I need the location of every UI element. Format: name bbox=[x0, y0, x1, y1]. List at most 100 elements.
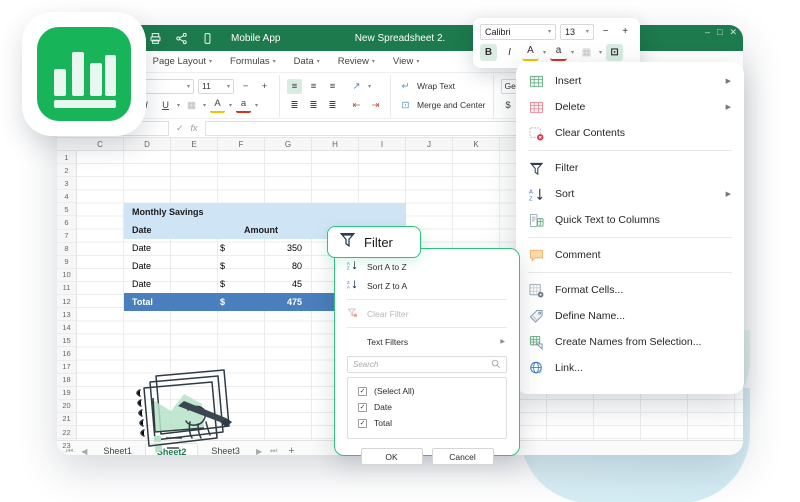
align-center-button[interactable]: ≣ bbox=[306, 98, 321, 113]
chevron-down-icon[interactable]: ▾ bbox=[543, 49, 546, 56]
chevron-down-icon[interactable]: ▾ bbox=[229, 102, 232, 109]
row-header-7[interactable]: 7 bbox=[57, 230, 76, 243]
context-menu-item-create-names-from-selection[interactable]: Create Names from Selection... bbox=[516, 329, 744, 355]
cancel-button[interactable]: Cancel bbox=[431, 448, 494, 465]
chevron-down-icon[interactable]: ▾ bbox=[571, 49, 574, 56]
context-menu-item-delete[interactable]: Delete ▶ bbox=[516, 94, 744, 120]
mini-bold-button[interactable]: B bbox=[480, 44, 497, 61]
row-header-11[interactable]: 11 bbox=[57, 282, 76, 296]
context-menu-item-filter[interactable]: Filter bbox=[516, 155, 744, 181]
row-header-20[interactable]: 20 bbox=[57, 400, 76, 413]
column-header-d[interactable]: D bbox=[124, 138, 171, 150]
borders-button[interactable]: ▦ bbox=[184, 98, 199, 113]
row-header-12[interactable]: 12 bbox=[57, 295, 76, 309]
row-header-8[interactable]: 8 bbox=[57, 243, 76, 256]
ribbon-tab-data[interactable]: Data ▾ bbox=[285, 56, 329, 67]
mini-font-color-button[interactable]: a bbox=[550, 44, 568, 61]
column-header-j[interactable]: J bbox=[406, 138, 453, 150]
window-controls[interactable]: – □ ✕ bbox=[705, 27, 737, 38]
mini-merge-button[interactable]: ⊡ bbox=[606, 44, 624, 61]
context-menu-item-link[interactable]: Link... bbox=[516, 355, 744, 381]
mini-font-size-select[interactable]: 13 ▾ bbox=[560, 23, 594, 40]
insert-function-icon[interactable]: fx bbox=[191, 123, 198, 133]
print-icon[interactable] bbox=[149, 32, 162, 45]
increase-font-size-button[interactable]: + bbox=[257, 79, 272, 94]
filter-item-select-all[interactable]: ✓ (Select All) bbox=[348, 383, 506, 399]
filter-sort-az[interactable]: AZ Sort A to Z bbox=[335, 257, 519, 276]
next-sheet-icon[interactable]: ▶ bbox=[253, 447, 265, 456]
row-header-9[interactable]: 9 bbox=[57, 256, 76, 269]
chevron-down-icon[interactable]: ▾ bbox=[368, 83, 371, 90]
column-header-g[interactable]: G bbox=[265, 138, 312, 150]
font-color-button[interactable]: a bbox=[236, 98, 252, 113]
row-header-10[interactable]: 10 bbox=[57, 269, 76, 282]
font-size-select[interactable]: 11 ▾ bbox=[198, 78, 234, 94]
row-header-13[interactable]: 13 bbox=[57, 308, 76, 322]
share-icon[interactable] bbox=[175, 32, 188, 45]
first-sheet-icon[interactable]: ⏮ bbox=[63, 446, 76, 455]
align-right-button[interactable]: ≣ bbox=[325, 98, 340, 113]
checkbox-checked[interactable]: ✓ bbox=[358, 418, 367, 428]
column-header-c[interactable]: C bbox=[77, 138, 124, 150]
mini-italic-button[interactable]: I bbox=[501, 44, 518, 61]
currency-format-button[interactable]: $ bbox=[501, 98, 516, 113]
column-header-e[interactable]: E bbox=[171, 138, 218, 150]
row-header-3[interactable]: 3 bbox=[57, 177, 76, 191]
filter-search-box[interactable]: Search bbox=[347, 356, 507, 373]
row-header-19[interactable]: 19 bbox=[57, 387, 76, 400]
wrap-text-button[interactable]: Wrap Text bbox=[417, 81, 455, 91]
chevron-down-icon[interactable]: ▾ bbox=[177, 102, 180, 109]
row-header-18[interactable]: 18 bbox=[57, 374, 76, 387]
confirm-entry-icon[interactable]: ✓ bbox=[176, 123, 184, 134]
row-header-2[interactable]: 2 bbox=[57, 164, 76, 178]
mini-increase-font-button[interactable]: + bbox=[617, 23, 633, 40]
checkbox-checked[interactable]: ✓ bbox=[358, 386, 367, 396]
ribbon-tab-formulas[interactable]: Formulas ▾ bbox=[221, 56, 285, 67]
underline-button[interactable]: U bbox=[158, 98, 173, 113]
row-header-1[interactable]: 1 bbox=[57, 151, 76, 165]
decrease-font-size-button[interactable]: − bbox=[238, 79, 253, 94]
filter-item-date[interactable]: ✓ Date bbox=[348, 399, 506, 415]
prev-sheet-icon[interactable]: ◀ bbox=[78, 447, 90, 456]
row-header-17[interactable]: 17 bbox=[57, 361, 76, 374]
row-header-16[interactable]: 16 bbox=[57, 347, 76, 361]
filter-callout-badge[interactable]: Filter bbox=[327, 226, 421, 258]
context-menu-item-sort[interactable]: A Z Sort ▶ bbox=[516, 181, 744, 207]
context-menu-item-format-cells[interactable]: Format Cells... bbox=[516, 277, 744, 303]
column-header-i[interactable]: I bbox=[359, 138, 406, 150]
row-header-15[interactable]: 15 bbox=[57, 334, 76, 348]
ribbon-tab-page-layout[interactable]: Page Layout ▾ bbox=[144, 56, 221, 67]
context-menu-item-define-name[interactable]: Define Name... bbox=[516, 303, 744, 329]
column-header-f[interactable]: F bbox=[218, 138, 265, 150]
mini-decrease-font-button[interactable]: − bbox=[598, 23, 614, 40]
row-header-21[interactable]: 21 bbox=[57, 413, 76, 426]
row-header-5[interactable]: 5 bbox=[57, 203, 76, 217]
maximize-button[interactable]: □ bbox=[717, 27, 722, 38]
row-header-22[interactable]: 22 bbox=[57, 426, 76, 440]
mini-highlight-button[interactable]: A bbox=[522, 44, 539, 61]
filter-text-filters[interactable]: Text Filters ▶ bbox=[335, 332, 519, 351]
filter-item-total[interactable]: ✓ Total bbox=[348, 415, 506, 431]
context-menu-item-clear-contents[interactable]: Clear Contents bbox=[516, 120, 744, 146]
align-top-button[interactable]: ≡ bbox=[287, 78, 302, 94]
chevron-down-icon[interactable]: ▾ bbox=[599, 49, 602, 56]
checkbox-checked[interactable]: ✓ bbox=[358, 402, 367, 412]
ok-button[interactable]: OK bbox=[360, 448, 423, 465]
align-left-button[interactable]: ≣ bbox=[287, 98, 302, 113]
highlight-color-button[interactable]: A bbox=[210, 98, 226, 113]
merge-and-center-button[interactable]: Merge and Center bbox=[417, 100, 486, 110]
context-menu-item-insert[interactable]: Insert ▶ bbox=[516, 68, 744, 94]
column-header-h[interactable]: H bbox=[312, 138, 359, 150]
filter-sort-za[interactable]: ZA Sort Z to A bbox=[335, 276, 519, 295]
chevron-down-icon[interactable]: ▾ bbox=[255, 102, 258, 109]
ribbon-tab-view[interactable]: View ▾ bbox=[384, 56, 428, 67]
last-sheet-icon[interactable]: ⏭ bbox=[267, 446, 280, 455]
decrease-indent-button[interactable]: ⇤ bbox=[349, 98, 364, 113]
minimize-button[interactable]: – bbox=[705, 27, 710, 38]
close-button[interactable]: ✕ bbox=[729, 27, 737, 38]
context-menu-item-comment[interactable]: Comment bbox=[516, 242, 744, 268]
column-header-k[interactable]: K bbox=[453, 138, 500, 150]
add-sheet-button[interactable]: + bbox=[282, 445, 294, 455]
ribbon-tab-review[interactable]: Review ▾ bbox=[329, 56, 384, 67]
mini-font-name-select[interactable]: Calibri ▾ bbox=[480, 23, 556, 40]
